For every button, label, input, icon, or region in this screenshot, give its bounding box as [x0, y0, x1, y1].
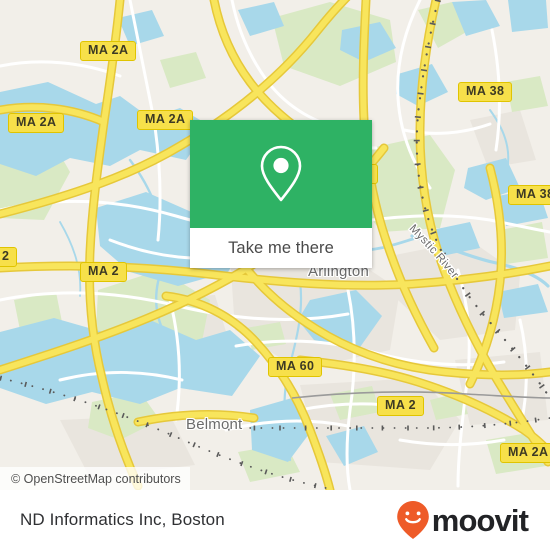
route-shield-ma2a-southeast: MA 2A [500, 443, 550, 463]
location-title: ND Informatics Inc, Boston [20, 510, 225, 529]
location-pin-icon [260, 145, 302, 202]
route-shield-2-west-edge: 2 [0, 247, 18, 267]
location-info-card[interactable]: Take me there [190, 120, 372, 268]
route-shield-ma2-west: MA 2 [80, 262, 128, 282]
route-shield-ma2-south: MA 2 [377, 396, 425, 416]
map-canvas[interactable]: Mystic River Arlington Belmont MA 2A MA … [0, 0, 550, 490]
osm-attribution-text: © OpenStreetMap contributors [11, 471, 181, 486]
route-shield-ma2a-north: MA 2A [80, 41, 137, 61]
info-card-action-row[interactable]: Take me there [190, 228, 372, 268]
moovit-brand[interactable]: moovit [396, 500, 529, 540]
info-card-header [190, 120, 372, 228]
osm-attribution[interactable]: © OpenStreetMap contributors [0, 467, 190, 490]
map-screenshot: Mystic River Arlington Belmont MA 2A MA … [0, 0, 550, 550]
route-shield-ma2a-center: MA 2A [137, 110, 194, 130]
moovit-smiley-pin-icon [396, 501, 429, 539]
route-shield-ma38-north: MA 38 [458, 82, 513, 102]
route-shield-ma2a-west: MA 2A [8, 113, 65, 133]
footer-bar: ND Informatics Inc, Boston moovit [0, 490, 550, 550]
route-shield-ma60: MA 60 [268, 357, 323, 377]
take-me-there-label: Take me there [228, 238, 334, 257]
route-shield-ma38-east: MA 38 [508, 185, 550, 205]
moovit-wordmark: moovit [431, 502, 529, 538]
